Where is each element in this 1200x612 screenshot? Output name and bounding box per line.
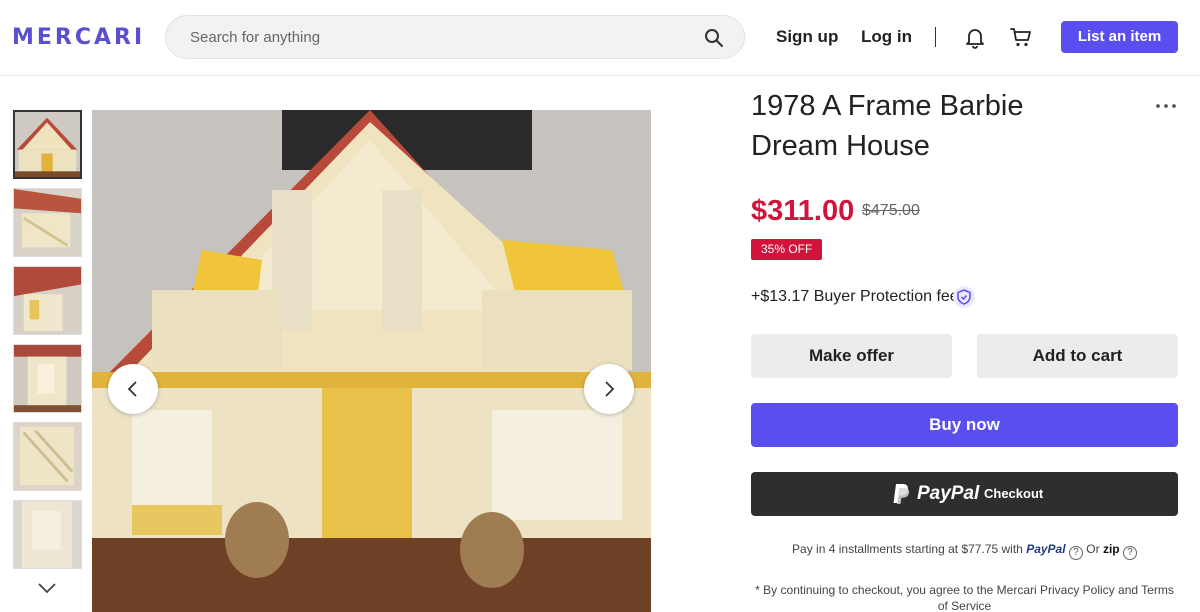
site-header: MERCARI Sign up Log in List an item: [0, 0, 1200, 76]
installments-or: Or: [1086, 542, 1100, 556]
log-in-link[interactable]: Log in: [861, 26, 912, 48]
buy-now-button[interactable]: Buy now: [751, 403, 1178, 447]
checkout-disclaimer: * By continuing to checkout, you agree t…: [755, 583, 1174, 612]
chevron-right-icon: [605, 381, 615, 397]
thumbnail[interactable]: [13, 188, 82, 257]
sale-price: $311.00: [751, 195, 855, 227]
add-to-cart-button[interactable]: Add to cart: [977, 334, 1178, 378]
thumbnail[interactable]: [13, 422, 82, 491]
installments-zip: zip: [1102, 542, 1120, 556]
shield-icon[interactable]: [952, 285, 976, 309]
thumbnail-image: [14, 501, 81, 568]
thumbnail-image: [14, 189, 81, 256]
cart-icon[interactable]: [1009, 25, 1033, 49]
installments-text: Pay in 4 installments starting at $77.75…: [792, 542, 1023, 556]
original-price: $475.00: [862, 202, 920, 219]
more-options-icon[interactable]: [1155, 100, 1177, 112]
installments-info: Pay in 4 installments starting at $77.75…: [751, 540, 1178, 560]
search-icon[interactable]: [704, 28, 724, 48]
sign-up-link[interactable]: Sign up: [776, 26, 838, 48]
next-image-button[interactable]: [584, 364, 634, 414]
product-title: 1978 A Frame Barbie Dream House: [751, 90, 1024, 162]
help-icon[interactable]: ?: [1122, 546, 1137, 560]
thumbnail[interactable]: [13, 344, 82, 413]
discount-badge: 35% OFF: [751, 239, 823, 260]
list-an-item-button[interactable]: List an item: [1061, 21, 1178, 53]
make-offer-button[interactable]: Make offer: [751, 334, 952, 378]
thumbnail-image: [14, 345, 81, 412]
thumbnail[interactable]: [13, 110, 82, 179]
thumbnail[interactable]: [13, 500, 82, 569]
bell-icon[interactable]: [963, 25, 987, 49]
installments-paypal: PayPal: [1026, 542, 1066, 556]
paypal-checkout-button[interactable]: PayPal Checkout: [751, 472, 1178, 516]
chevron-left-icon: [127, 381, 137, 397]
thumbnail-image: [14, 267, 81, 334]
buyer-protection-fee: +$13.17 Buyer Protection fee: [751, 288, 959, 305]
thumbnail-image: [14, 423, 81, 490]
paypal-brand: PayPal: [917, 483, 980, 504]
previous-image-button[interactable]: [108, 364, 158, 414]
product-photo: [92, 110, 651, 612]
paypal-checkout-label: Checkout: [984, 486, 1044, 501]
thumbnail-image: [15, 112, 80, 177]
header-divider: [935, 27, 936, 47]
help-icon[interactable]: ?: [1068, 546, 1083, 560]
search-bar[interactable]: [165, 15, 745, 59]
paypal-logo-icon: [893, 484, 910, 504]
main-product-image: [92, 110, 651, 612]
chevron-down-icon[interactable]: [36, 580, 58, 596]
search-input[interactable]: [190, 16, 690, 58]
thumbnail[interactable]: [13, 266, 82, 335]
mercari-logo[interactable]: MERCARI: [12, 21, 145, 55]
thumbnail-strip: [13, 110, 82, 578]
